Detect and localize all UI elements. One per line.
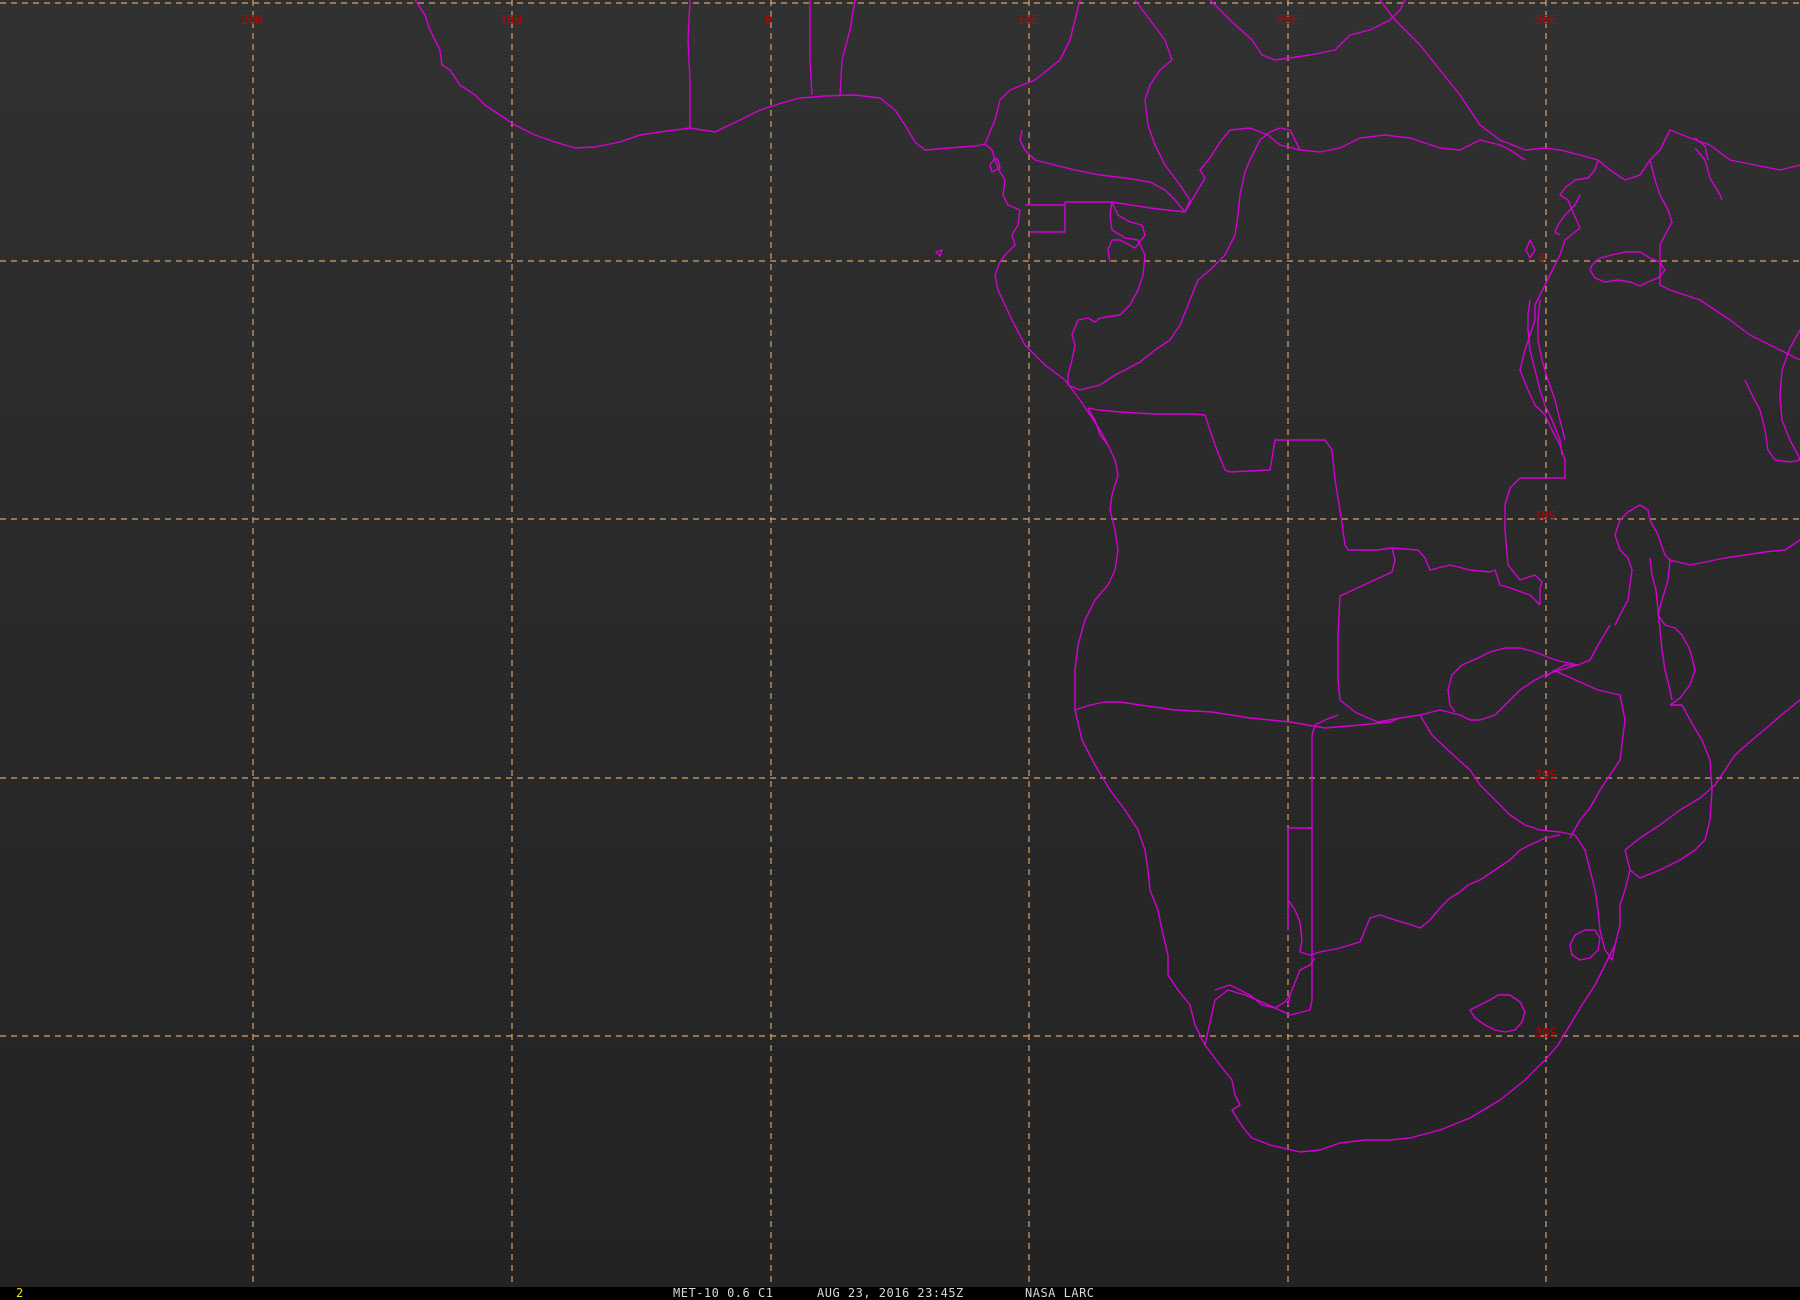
congo-gabon-border — [1025, 204, 1066, 233]
car-border — [1019, 129, 1186, 213]
botswana-south — [1287, 834, 1561, 956]
south-sudan-border — [1379, 0, 1666, 181]
sudan-border — [1209, 0, 1406, 61]
satellite-map-viewport[interactable]: 20W 10W 0 10E 20E 30E 0 10S 20S 30S — [0, 0, 1800, 1287]
ethiopia-inner — [1694, 147, 1723, 201]
label-30e: 30E — [1535, 13, 1557, 27]
caption-product: MET-10 0.6 C1 — [673, 1286, 774, 1300]
map-overlay: 20W 10W 0 10E 20E 30E 0 10S 20S 30S — [0, 0, 1800, 1287]
label-30s: 30S — [1535, 1026, 1557, 1040]
label-0-lon: 0 — [765, 13, 772, 27]
label-20w: 20W — [241, 13, 263, 27]
zambia-east — [1614, 504, 1651, 626]
gabon-congo-inner — [1107, 201, 1146, 263]
sao-tome — [935, 249, 943, 257]
swaziland — [1569, 929, 1601, 961]
car-south — [1184, 127, 1526, 213]
nigeria-border — [839, 0, 856, 96]
lake-kivu — [1525, 239, 1536, 259]
status-bar: 2 MET-10 0.6 C1 AUG 23, 2016 23:45Z NASA… — [0, 1287, 1800, 1300]
south-africa-north — [1287, 957, 1316, 1006]
botswana-zimbabwe — [1308, 714, 1339, 829]
madagascar — [1779, 329, 1800, 461]
angola-namibia — [1074, 701, 1401, 729]
south-africa-west — [1204, 989, 1291, 1046]
botswana-border — [1214, 828, 1313, 1016]
uganda-kenya — [1649, 159, 1673, 258]
tanzania-lake-tanganyika — [1527, 299, 1563, 456]
label-20e: 20E — [1277, 13, 1299, 27]
southeast-coast — [1624, 699, 1800, 851]
mozambique-inner — [1552, 669, 1626, 839]
chad-border — [1134, 0, 1191, 213]
grid-labels: 20W 10W 0 10E 20E 30E 0 10S 20S 30S — [241, 13, 1557, 1040]
zambia-south — [1337, 571, 1579, 723]
drc-south — [1504, 477, 1565, 605]
mozambique-north — [1669, 539, 1800, 566]
angola-drc — [1087, 407, 1396, 573]
caption-source: NASA LARC — [1025, 1286, 1095, 1300]
caption-datetime: AUG 23, 2016 23:45Z — [817, 1286, 964, 1300]
malawi — [1649, 519, 1696, 706]
niger-border — [809, 0, 813, 96]
ethiopia-border — [1664, 129, 1800, 171]
mozambique-coast — [1629, 704, 1713, 879]
label-20s: 20S — [1535, 768, 1557, 782]
zambia-malawi — [1447, 647, 1579, 713]
botswana-namibia-border — [1287, 827, 1312, 930]
label-10w: 10W — [500, 13, 522, 27]
congo-drc — [1067, 127, 1301, 391]
somalia-coast — [1744, 379, 1800, 463]
sahel-north-border — [687, 0, 691, 128]
tanzania-east — [1659, 258, 1800, 361]
label-10e: 10E — [1017, 13, 1039, 27]
label-0-lat: 0 — [1538, 251, 1545, 265]
mozambique-south — [1574, 834, 1616, 961]
country-borders — [414, 0, 1800, 1153]
label-10s: 10S — [1534, 509, 1556, 523]
lesotho — [1469, 994, 1526, 1033]
graticule — [0, 0, 1800, 1287]
uganda-border — [1559, 159, 1599, 229]
equatorial-guinea — [1064, 201, 1186, 213]
drc-east — [1519, 227, 1581, 478]
lake-victoria — [1589, 251, 1666, 287]
lake-albert — [1554, 194, 1581, 236]
frame-number: 2 — [16, 1286, 24, 1300]
